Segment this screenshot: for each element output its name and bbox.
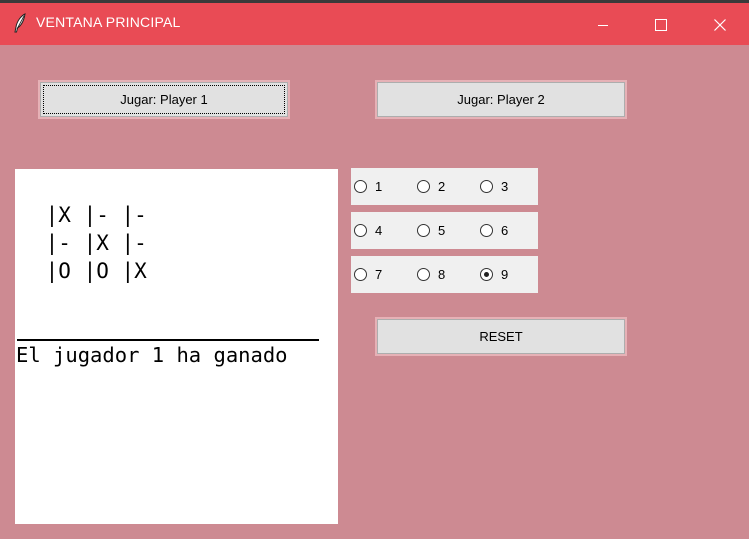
radio-icon[interactable]	[417, 268, 430, 281]
radio-group-row-1: 1 2 3	[351, 168, 538, 205]
board-row-3: |O |O |X	[33, 259, 147, 283]
radio-icon[interactable]	[480, 180, 493, 193]
reset-label: RESET	[479, 329, 523, 344]
radio-icon[interactable]	[417, 180, 430, 193]
reset-button[interactable]: RESET	[375, 317, 627, 356]
radio-label: 8	[438, 267, 446, 282]
play-player1-button[interactable]: Jugar: Player 1	[38, 80, 290, 119]
window-content: Jugar: Player 1 Jugar: Player 2 |X |- |-…	[0, 45, 749, 539]
radio-label: 9	[501, 267, 509, 282]
radio-label: 6	[501, 223, 509, 238]
game-result-text: El jugador 1 ha ganado	[16, 343, 288, 367]
radio-icon[interactable]	[354, 224, 367, 237]
cell-radio-7[interactable]: 7	[354, 256, 382, 293]
cell-radio-8[interactable]: 8	[417, 256, 445, 293]
cell-radio-6[interactable]: 6	[480, 212, 508, 249]
cell-radio-2[interactable]: 2	[417, 168, 445, 205]
radio-icon[interactable]	[480, 268, 493, 281]
focus-ring	[43, 85, 285, 114]
title-bar[interactable]: VENTANA PRINCIPAL	[0, 0, 749, 45]
play-player2-button[interactable]: Jugar: Player 2	[375, 80, 627, 119]
minimize-icon	[598, 25, 608, 26]
game-board-canvas: |X |- |- |- |X |- |O |O |X El jugador 1 …	[15, 169, 338, 524]
cell-radio-5[interactable]: 5	[417, 212, 445, 249]
window-title: VENTANA PRINCIPAL	[36, 14, 181, 30]
cell-radio-9[interactable]: 9	[480, 256, 508, 293]
close-button[interactable]	[691, 6, 749, 44]
board-row-1: |X |- |-	[33, 203, 147, 227]
radio-icon[interactable]	[354, 268, 367, 281]
radio-label: 2	[438, 179, 446, 194]
radio-icon[interactable]	[354, 180, 367, 193]
radio-label: 4	[375, 223, 383, 238]
radio-group-row-2: 4 5 6	[351, 212, 538, 249]
cell-radio-3[interactable]: 3	[480, 168, 508, 205]
maximize-icon	[655, 19, 667, 31]
play-player2-label: Jugar: Player 2	[457, 92, 545, 107]
radio-label: 1	[375, 179, 383, 194]
radio-group-row-3: 7 8 9	[351, 256, 538, 293]
cell-radio-1[interactable]: 1	[354, 168, 382, 205]
maximize-button[interactable]	[632, 6, 690, 44]
radio-label: 7	[375, 267, 383, 282]
radio-label: 5	[438, 223, 446, 238]
main-window: VENTANA PRINCIPAL Jugar: Player 1 Jugar:…	[0, 0, 749, 539]
minimize-button[interactable]	[574, 6, 632, 44]
board-row-2: |- |X |-	[33, 231, 147, 255]
radio-icon[interactable]	[417, 224, 430, 237]
feather-icon	[13, 13, 27, 33]
radio-label: 3	[501, 179, 509, 194]
radio-icon[interactable]	[480, 224, 493, 237]
close-icon	[714, 19, 726, 31]
cell-radio-4[interactable]: 4	[354, 212, 382, 249]
